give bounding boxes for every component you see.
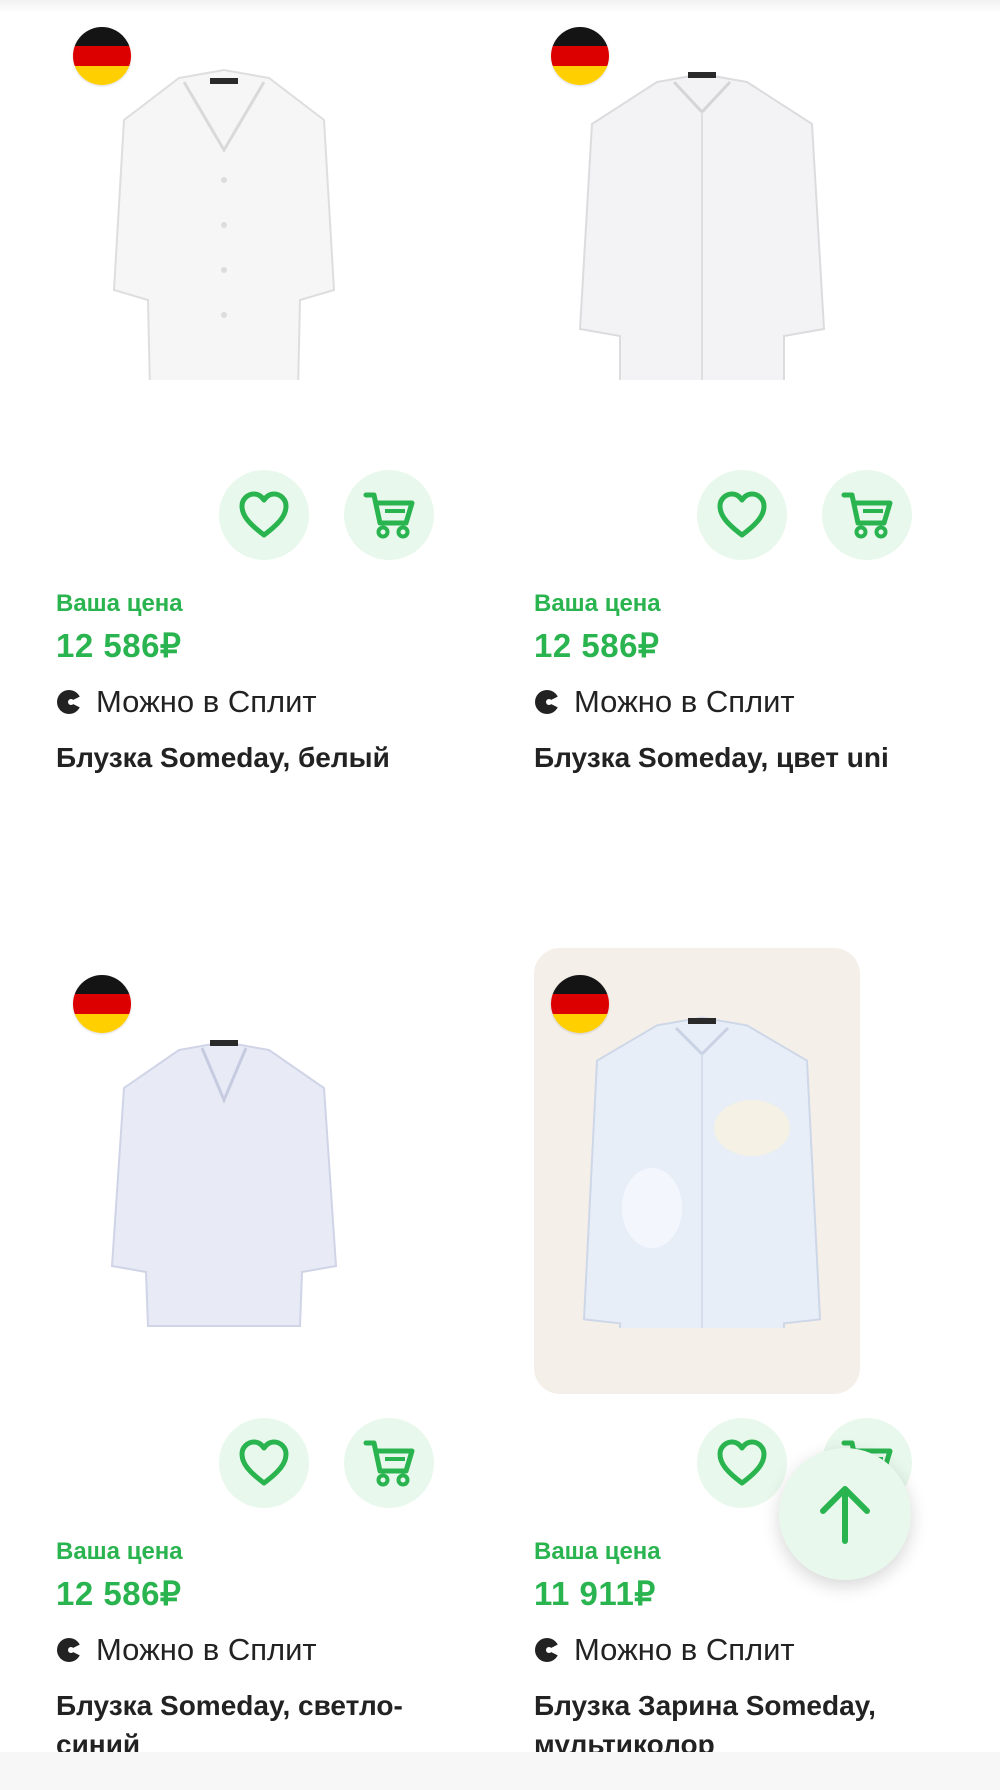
scroll-to-top-button[interactable] — [779, 1448, 911, 1580]
price: 12 586₽ — [56, 1575, 182, 1612]
split-text: Можно в Сплит — [96, 1632, 317, 1667]
favorite-button[interactable] — [219, 1418, 309, 1508]
split-info: Можно в Сплит — [56, 1632, 317, 1668]
split-text: Можно в Сплит — [96, 684, 317, 719]
split-icon — [57, 690, 82, 714]
split-text: Можно в Сплит — [574, 1632, 795, 1667]
add-to-cart-button[interactable] — [822, 470, 912, 560]
price: 12 586₽ — [534, 627, 660, 664]
bottom-edge — [0, 1752, 1000, 1790]
product-photo-light-blue-blouse[interactable] — [84, 1008, 364, 1328]
heart-icon — [239, 491, 289, 538]
cart-icon — [841, 492, 893, 539]
price: 12 586₽ — [56, 627, 182, 664]
split-info: Можно в Сплит — [56, 684, 317, 720]
price-label: Ваша цена — [56, 590, 183, 617]
split-info: Можно в Сплит — [534, 684, 795, 720]
product-photo-white-blouse[interactable] — [84, 60, 364, 380]
split-info: Можно в Сплит — [534, 1632, 795, 1668]
price-label: Ваша цена — [534, 590, 661, 617]
favorite-button[interactable] — [697, 1418, 787, 1508]
cart-icon — [363, 1440, 415, 1487]
price: 11 911₽ — [534, 1575, 656, 1612]
price-label: Ваша цена — [56, 1538, 183, 1565]
arrow-up-icon — [820, 1486, 870, 1544]
product-title[interactable]: Блузка Someday, цвет uni — [534, 738, 934, 777]
product-photo-multicolor-shirt[interactable] — [562, 1008, 842, 1328]
add-to-cart-button[interactable] — [344, 470, 434, 560]
heart-icon — [717, 1439, 767, 1486]
heart-icon — [239, 1439, 289, 1486]
add-to-cart-button[interactable] — [344, 1418, 434, 1508]
price-label: Ваша цена — [534, 1538, 661, 1565]
split-text: Можно в Сплит — [574, 684, 795, 719]
split-icon — [57, 1638, 82, 1662]
favorite-button[interactable] — [219, 470, 309, 560]
split-icon — [535, 1638, 560, 1662]
favorite-button[interactable] — [697, 470, 787, 560]
heart-icon — [717, 491, 767, 538]
cart-icon — [363, 492, 415, 539]
product-title[interactable]: Блузка Someday, белый — [56, 738, 456, 777]
split-icon — [535, 690, 560, 714]
product-photo-white-shirt[interactable] — [562, 60, 842, 380]
